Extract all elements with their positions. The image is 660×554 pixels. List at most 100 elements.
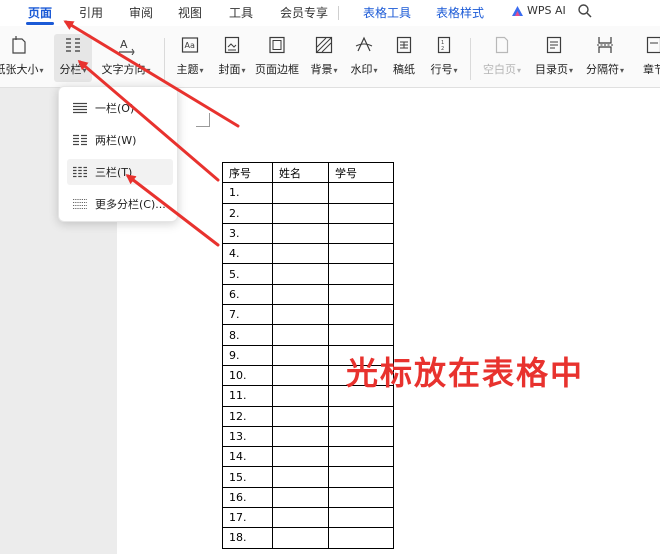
row-index-cell[interactable]: 7.: [222, 304, 273, 326]
wps-ai-button[interactable]: WPS AI: [511, 4, 566, 17]
row-index-cell[interactable]: 3.: [222, 222, 273, 245]
student-id-cell[interactable]: [328, 527, 394, 549]
row-index-cell[interactable]: 12.: [222, 405, 273, 427]
blank-page-button[interactable]: 空白页▾: [481, 34, 523, 82]
separator-label: 分隔符: [585, 63, 619, 76]
row-index-cell[interactable]: 6.: [222, 283, 273, 306]
table-row: 16.: [222, 486, 394, 509]
row-index-cell[interactable]: 15.: [222, 466, 273, 488]
tab-review[interactable]: 审阅: [129, 4, 153, 21]
search-icon[interactable]: [577, 3, 593, 19]
name-cell[interactable]: [272, 304, 329, 326]
page-border-button[interactable]: 页面边框: [253, 34, 301, 82]
menu-item-one-column[interactable]: 一栏(O): [67, 95, 173, 121]
name-cell[interactable]: [272, 243, 329, 265]
cover-button[interactable]: 封面▾: [214, 34, 250, 82]
student-id-cell[interactable]: [328, 507, 394, 529]
row-index-cell[interactable]: 11.: [222, 385, 273, 407]
row-index-cell[interactable]: 4.: [222, 243, 273, 265]
name-cell[interactable]: [272, 466, 329, 488]
paper-size-button[interactable]: 纸张大小▾: [0, 34, 44, 82]
row-index-cell[interactable]: 13.: [222, 425, 273, 448]
name-cell[interactable]: [272, 182, 329, 204]
theme-button[interactable]: Aa 主题▾: [172, 34, 208, 82]
background-button[interactable]: 背景▾: [306, 34, 342, 82]
tab-references[interactable]: 引用: [79, 4, 103, 21]
columns-dropdown: 一栏(O) 两栏(W) 三栏(T) 更多分栏(C)...: [58, 86, 178, 222]
header-cell-index[interactable]: 序号: [222, 161, 273, 184]
tab-table-tools[interactable]: 表格工具: [363, 4, 411, 21]
name-cell[interactable]: [272, 324, 329, 346]
name-cell[interactable]: [272, 507, 329, 529]
header-cell-name[interactable]: 姓名: [272, 161, 329, 184]
name-cell[interactable]: [272, 405, 329, 427]
menu-item-label: 三栏(T): [95, 166, 133, 179]
student-id-cell[interactable]: [328, 405, 394, 427]
name-cell[interactable]: [272, 446, 329, 468]
three-columns-icon: [71, 165, 89, 179]
name-cell[interactable]: [272, 486, 329, 509]
student-id-cell[interactable]: [328, 466, 394, 488]
student-id-cell[interactable]: [328, 263, 394, 285]
table-row: 13.: [222, 425, 394, 448]
tab-view[interactable]: 视图: [178, 4, 202, 21]
manuscript-button[interactable]: 稿纸: [390, 34, 418, 82]
row-index-cell[interactable]: 9.: [222, 344, 273, 366]
student-id-cell[interactable]: [328, 324, 394, 346]
row-index-cell[interactable]: 2.: [222, 202, 273, 224]
menu-item-two-columns[interactable]: 两栏(W): [67, 127, 173, 153]
student-id-cell[interactable]: [328, 304, 394, 326]
name-cell[interactable]: [272, 222, 329, 245]
row-index-cell[interactable]: 16.: [222, 486, 273, 509]
header-cell-student-id[interactable]: 学号: [328, 161, 394, 184]
row-index-cell[interactable]: 18.: [222, 527, 273, 549]
menu-item-more-columns[interactable]: 更多分栏(C)...: [67, 191, 173, 217]
watermark-label: 水印: [350, 63, 373, 76]
tab-page[interactable]: 页面: [28, 4, 52, 21]
name-cell[interactable]: [272, 364, 329, 387]
tab-tools[interactable]: 工具: [229, 4, 253, 21]
row-index-cell[interactable]: 8.: [222, 324, 273, 346]
tab-member[interactable]: 会员专享: [280, 4, 328, 21]
name-cell[interactable]: [272, 425, 329, 448]
watermark-icon: [353, 34, 375, 56]
watermark-button[interactable]: 水印▾: [346, 34, 382, 82]
name-cell[interactable]: [272, 344, 329, 366]
name-cell[interactable]: [272, 202, 329, 224]
student-id-cell[interactable]: [328, 243, 394, 265]
student-id-cell[interactable]: [328, 486, 394, 509]
name-cell[interactable]: [272, 283, 329, 306]
student-id-cell[interactable]: [328, 202, 394, 224]
row-index-cell[interactable]: 5.: [222, 263, 273, 285]
student-id-cell[interactable]: [328, 182, 394, 204]
name-cell[interactable]: [272, 263, 329, 285]
svg-text:2: 2: [441, 46, 444, 52]
tab-table-style[interactable]: 表格样式: [436, 4, 484, 21]
name-cell[interactable]: [272, 527, 329, 549]
student-id-cell[interactable]: [328, 283, 394, 306]
line-number-label: 行号: [430, 63, 453, 76]
svg-text:Aa: Aa: [185, 41, 195, 50]
active-tab-indicator: [26, 22, 54, 25]
toc-page-icon: [543, 34, 565, 56]
wps-ai-logo-icon: [512, 5, 523, 16]
row-index-cell[interactable]: 10.: [222, 364, 273, 387]
menu-item-three-columns[interactable]: 三栏(T): [67, 159, 173, 185]
row-index-cell[interactable]: 17.: [222, 507, 273, 529]
text-direction-button[interactable]: A 文字方向▾: [94, 34, 158, 82]
columns-icon: [62, 34, 84, 56]
section-button[interactable]: 章节: [634, 34, 660, 82]
student-id-cell[interactable]: [328, 446, 394, 468]
student-id-cell[interactable]: [328, 222, 394, 245]
table-row: 4.: [222, 243, 394, 265]
row-index-cell[interactable]: 1.: [222, 182, 273, 204]
row-index-cell[interactable]: 14.: [222, 446, 273, 468]
background-icon: [313, 34, 335, 56]
line-number-button[interactable]: 12 行号▾: [426, 34, 462, 82]
student-id-cell[interactable]: [328, 425, 394, 448]
separator-button[interactable]: 分隔符▾: [583, 34, 627, 82]
name-cell[interactable]: [272, 385, 329, 407]
toc-page-button[interactable]: 目录页▾: [532, 34, 576, 82]
text-direction-icon: A: [115, 34, 137, 56]
columns-button[interactable]: 分栏▾: [54, 34, 92, 82]
